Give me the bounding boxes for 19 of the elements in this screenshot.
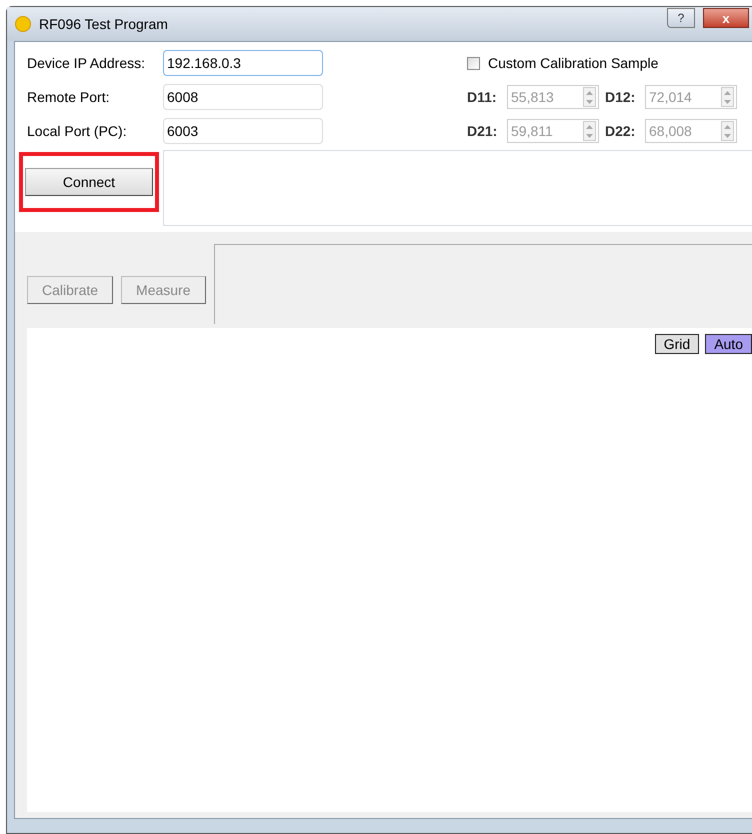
input-field[interactable]: 6003 <box>163 118 323 144</box>
field-label: Device IP Address: <box>27 54 146 72</box>
field-label: Remote Port: <box>27 88 110 106</box>
checkbox-label: Custom Calibration Sample <box>488 54 658 73</box>
toggle-button[interactable]: Grid <box>654 334 700 354</box>
spinbox-label: D11: <box>467 88 498 106</box>
connect-button[interactable]: Connect <box>25 168 153 196</box>
checkbox[interactable] <box>467 56 480 70</box>
help-button[interactable]: ? <box>667 8 695 28</box>
toggle-button[interactable]: Auto <box>705 334 752 354</box>
input-field[interactable]: 6008 <box>163 84 323 110</box>
app-icon <box>15 16 31 32</box>
window-title: RF096 Test Program <box>39 14 168 34</box>
field-label: Local Port (PC): <box>27 122 128 141</box>
close-button[interactable]: x <box>703 8 749 28</box>
spinbox-label: D22: <box>605 122 636 140</box>
spinbox-label: D21: <box>467 122 498 140</box>
spinbox-label: D12: <box>605 88 636 106</box>
input-field[interactable]: 192.168.0.3 <box>163 50 323 76</box>
